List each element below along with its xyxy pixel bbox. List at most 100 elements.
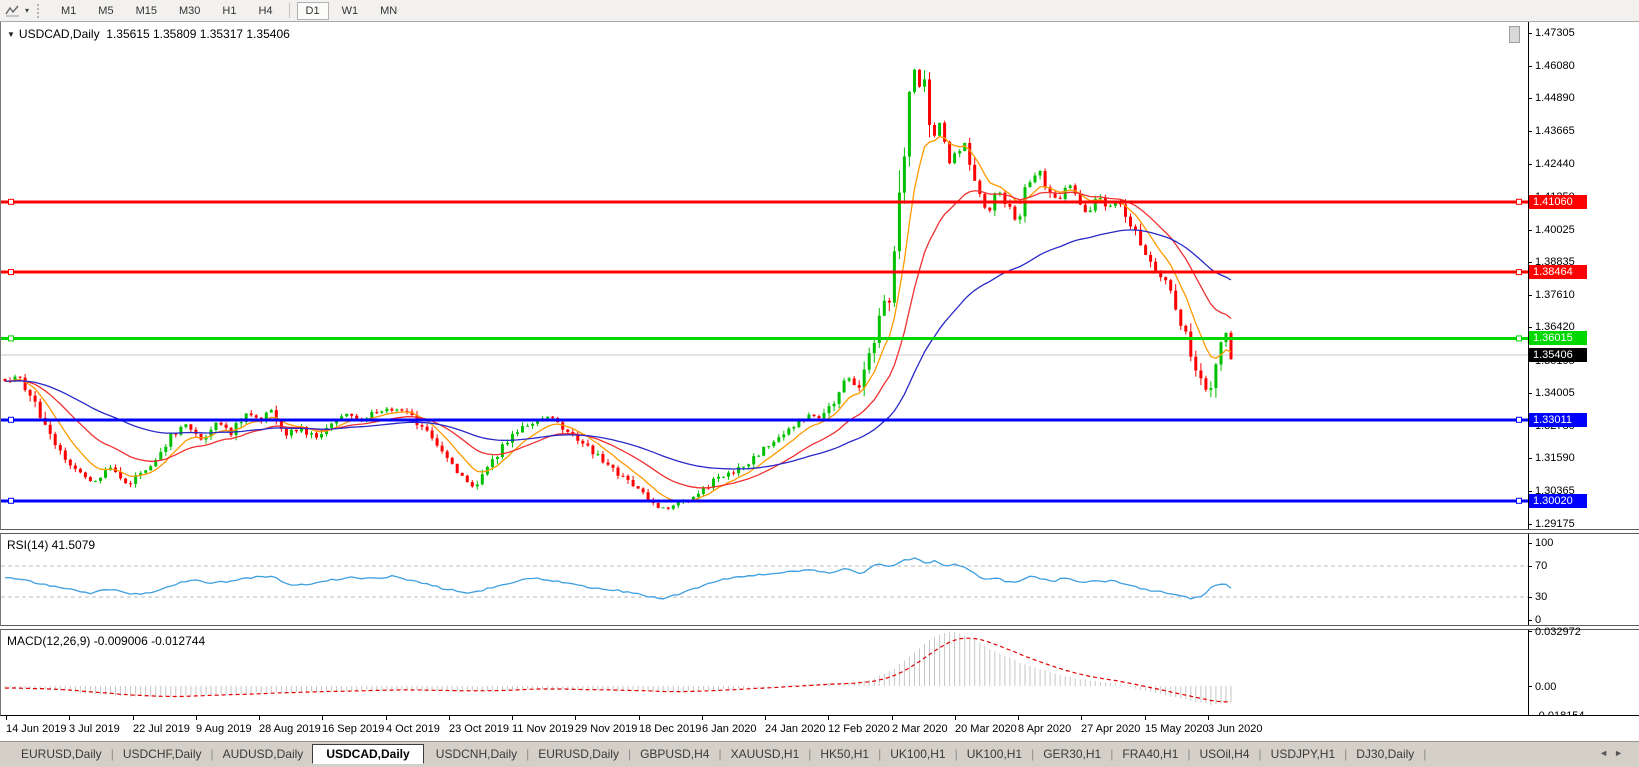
rsi-tick: [1528, 566, 1532, 567]
price-tick: [1528, 66, 1532, 67]
price-tick-label: 1.42440: [1535, 158, 1575, 170]
date-label: 3 Jul 2019: [69, 723, 120, 735]
tab-xauusd-h1[interactable]: XAUUSD,H1: [722, 745, 809, 763]
date-tick: [1081, 716, 1082, 720]
price-tick-label: 1.29175: [1535, 518, 1575, 530]
timeframe-button-h4[interactable]: H4: [249, 2, 281, 20]
price-pane[interactable]: ▼USDCAD,Daily 1.35615 1.35809 1.35317 1.…: [0, 22, 1639, 530]
rsi-tick-label: 70: [1535, 560, 1547, 572]
macd-tick: [1528, 631, 1532, 632]
macd-pane[interactable]: MACD(12,26,9) -0.009006 -0.012744 0.0329…: [0, 629, 1639, 716]
date-tick: [1208, 716, 1209, 720]
tab-usdcad-daily[interactable]: USDCAD,Daily: [312, 744, 423, 764]
date-label: 9 Aug 2019: [196, 723, 252, 735]
timeframe-button-m1[interactable]: M1: [52, 2, 85, 20]
hline-price-label: 1.30020: [1529, 494, 1587, 508]
date-label: 28 Aug 2019: [259, 723, 321, 735]
toolbar-separator: [289, 3, 290, 18]
date-label: 11 Nov 2019: [512, 723, 574, 735]
price-tick-label: 1.40025: [1535, 224, 1575, 236]
price-tick-label: 1.37610: [1535, 289, 1575, 301]
date-tick: [828, 716, 829, 720]
rsi-tick: [1528, 543, 1532, 544]
date-tick: [1018, 716, 1019, 720]
price-tick: [1528, 262, 1532, 263]
tab-usoil-h4[interactable]: USOil,H4: [1191, 745, 1259, 763]
tabs-scroll-left-icon[interactable]: ◄: [1599, 748, 1614, 758]
chart-scroll-thumb[interactable]: [1509, 26, 1520, 43]
rsi-pane[interactable]: RSI(14) 41.5079 10070300: [0, 533, 1639, 626]
tab-audusd-daily[interactable]: AUDUSD,Daily: [214, 745, 313, 763]
cursor-tool-dropdown-icon[interactable]: ▾: [23, 6, 31, 15]
macd-tick: [1528, 686, 1532, 687]
macd-axis-border: [1528, 630, 1529, 715]
timeframe-button-d1[interactable]: D1: [297, 2, 329, 20]
price-tick: [1528, 393, 1532, 394]
date-axis[interactable]: 14 Jun 20193 Jul 2019 22 Jul 2019 9 Aug 20…: [0, 716, 1639, 741]
date-label: 8 Apr 2020: [1018, 723, 1071, 735]
tabs-scroll-right-icon[interactable]: ►: [1614, 748, 1629, 758]
tab-fra40-h1[interactable]: FRA40,H1: [1113, 745, 1187, 763]
rsi-tick: [1528, 597, 1532, 598]
rsi-tick-label: 0: [1535, 614, 1541, 626]
rsi-tick-label: 30: [1535, 591, 1547, 603]
tab-dj30-daily[interactable]: DJ30,Daily: [1347, 745, 1423, 763]
timeframe-button-m30[interactable]: M30: [170, 2, 209, 20]
date-tick: [575, 716, 576, 720]
date-tick: [133, 716, 134, 720]
chart-ohlc-values: 1.35615 1.35809 1.35317 1.35406: [106, 27, 290, 41]
tab-ger30-h1[interactable]: GER30,H1: [1034, 745, 1110, 763]
cursor-tool-icon[interactable]: [0, 4, 23, 17]
tab-usdchf-daily[interactable]: USDCHF,Daily: [114, 745, 211, 763]
date-tick: [449, 716, 450, 720]
date-label: 24 Jan 2020: [765, 723, 826, 735]
date-label: 2 Mar 2020: [892, 723, 948, 735]
timeframe-button-w1[interactable]: W1: [333, 2, 368, 20]
date-tick: [955, 716, 956, 720]
tab-eurusd-daily[interactable]: EURUSD,Daily: [12, 745, 111, 763]
date-label: 29 Nov 2019: [575, 723, 637, 735]
price-tick-label: 1.31590: [1535, 452, 1575, 464]
date-tick: [512, 716, 513, 720]
date-tick: [892, 716, 893, 720]
date-tick: [69, 716, 70, 720]
price-tick: [1528, 131, 1532, 132]
tab-uk100-h1[interactable]: UK100,H1: [958, 745, 1031, 763]
chart-collapse-icon[interactable]: ▼: [7, 30, 15, 39]
date-label: 4 Oct 2019: [386, 723, 440, 735]
tab-uk100-h1[interactable]: UK100,H1: [881, 745, 954, 763]
rsi-tick: [1528, 620, 1532, 621]
hline-price-label: 1.38464: [1529, 265, 1587, 279]
date-label: 18 Dec 2019: [639, 723, 701, 735]
price-tick-label: 1.43665: [1535, 125, 1575, 137]
price-chart-canvas[interactable]: [1, 22, 1528, 530]
date-tick: [702, 716, 703, 720]
tab-usdjpy-h1[interactable]: USDJPY,H1: [1262, 745, 1344, 763]
toolbar-grip[interactable]: [37, 4, 42, 18]
tab-gbpusd-h4[interactable]: GBPUSD,H4: [631, 745, 718, 763]
macd-chart-canvas[interactable]: [1, 630, 1528, 717]
rsi-chart-canvas[interactable]: [1, 534, 1528, 627]
date-label: 14 Jun 2019: [6, 723, 67, 735]
chart-title: ▼USDCAD,Daily 1.35615 1.35809 1.35317 1.…: [7, 27, 290, 41]
tab-separator: |: [1423, 745, 1426, 763]
timeframe-button-mn[interactable]: MN: [371, 2, 406, 20]
timeframe-button-m5[interactable]: M5: [89, 2, 122, 20]
date-tick: [6, 716, 7, 720]
candles-layer: [4, 69, 1233, 511]
tab-eurusd-daily[interactable]: EURUSD,Daily: [529, 745, 628, 763]
date-tick: [1145, 716, 1146, 720]
price-tick: [1528, 327, 1532, 328]
timeframe-buttons: M1M5 M15M30H1H4 D1W1MN: [50, 2, 408, 20]
mt4-terminal-window: ▾ M1M5M15M30H1H4D1W1MN ▼USDCAD,Daily 1.3…: [0, 0, 1639, 767]
date-tick: [639, 716, 640, 720]
price-tick: [1528, 98, 1532, 99]
tab-hk50-h1[interactable]: HK50,H1: [811, 745, 878, 763]
timeframe-button-h1[interactable]: H1: [213, 2, 245, 20]
tab-scroll-arrows: ◄►: [1599, 745, 1639, 758]
tab-usdcnh-daily[interactable]: USDCNH,Daily: [427, 745, 526, 763]
date-label: 22 Jul 2019: [133, 723, 190, 735]
timeframe-button-m15[interactable]: M15: [127, 2, 166, 20]
date-tick: [259, 716, 260, 720]
price-tick: [1528, 164, 1532, 165]
